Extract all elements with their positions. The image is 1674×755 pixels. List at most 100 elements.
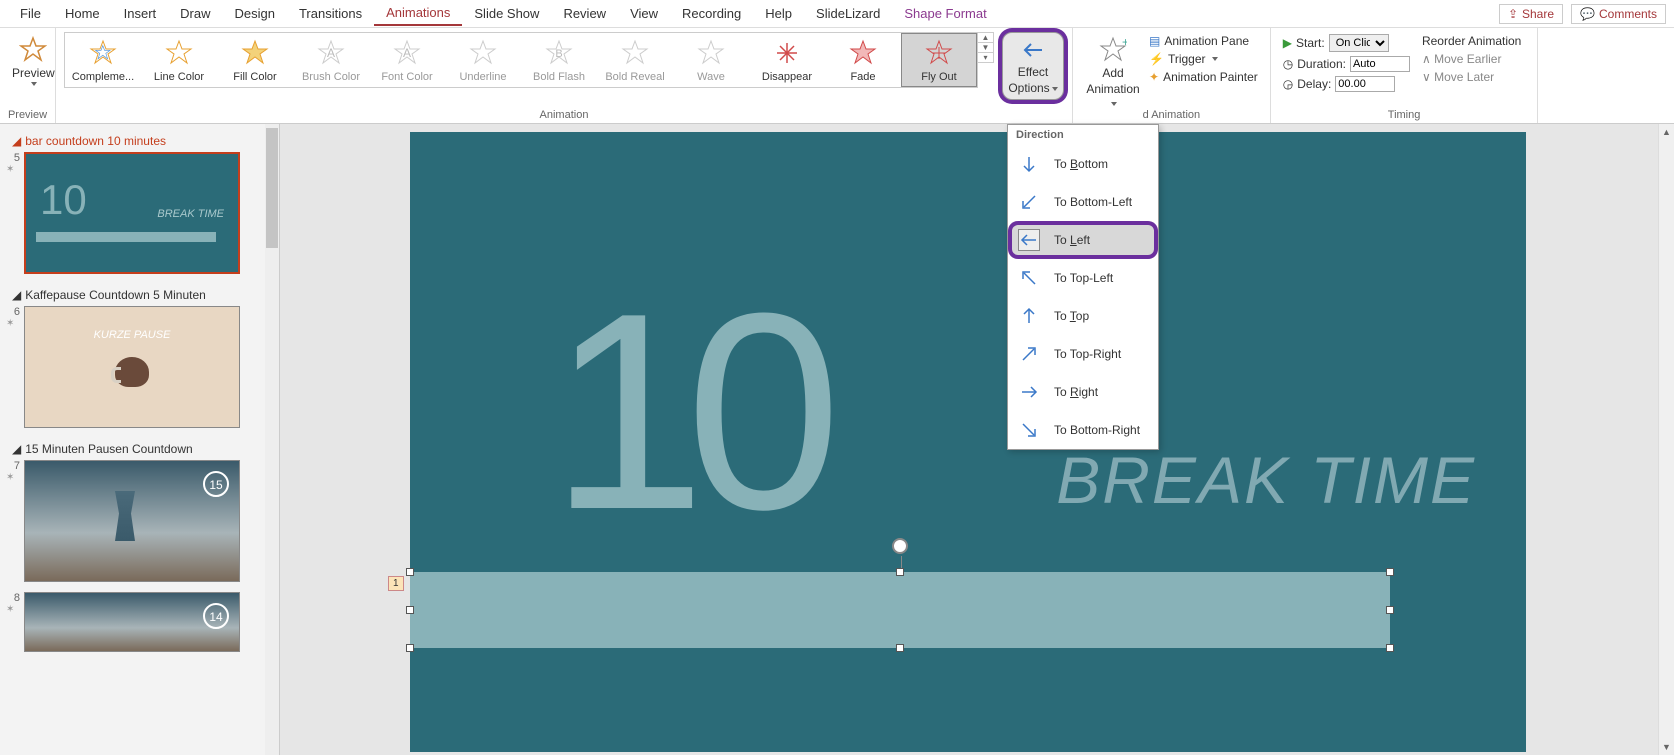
tab-design[interactable]: Design bbox=[223, 2, 287, 25]
counter-badge: 15 bbox=[203, 471, 229, 497]
star-icon: A bbox=[317, 39, 345, 67]
rotate-handle[interactable] bbox=[892, 538, 908, 554]
group-label-advanced: d Animation bbox=[1073, 109, 1270, 121]
section-header[interactable]: ◢15 Minuten Pausen Countdown bbox=[6, 438, 265, 460]
dropdown-header: Direction bbox=[1008, 125, 1158, 145]
share-button[interactable]: ⇪Share bbox=[1499, 4, 1563, 24]
scroll-down-icon[interactable]: ▼ bbox=[1659, 739, 1674, 755]
slide-number: 7 bbox=[6, 460, 20, 472]
delay-input[interactable] bbox=[1335, 76, 1395, 92]
chevron-down-icon bbox=[1212, 57, 1218, 61]
trigger-button[interactable]: ⚡Trigger bbox=[1149, 52, 1258, 66]
tab-transitions[interactable]: Transitions bbox=[287, 2, 374, 25]
effect-boldflash[interactable]: BBold Flash bbox=[521, 33, 597, 87]
direction-bottom-right[interactable]: To Bottom-Right bbox=[1008, 411, 1158, 449]
clock-icon: ◶ bbox=[1283, 77, 1293, 91]
effect-linecolor[interactable]: Line Color bbox=[141, 33, 217, 87]
star-icon bbox=[925, 39, 953, 67]
svg-text:B: B bbox=[555, 48, 562, 60]
animation-pane-button[interactable]: ▤Animation Pane bbox=[1149, 34, 1258, 48]
anim-indicator-icon: ✶ bbox=[6, 472, 20, 483]
slide-editor[interactable]: 10 BREAK TIME 1 ▲ ▼ bbox=[280, 124, 1674, 755]
slide-thumbnail[interactable]: KURZE PAUSE bbox=[24, 306, 240, 428]
arrow-down-icon bbox=[1018, 153, 1040, 175]
tab-insert[interactable]: Insert bbox=[112, 2, 169, 25]
add-animation-button[interactable]: + Add Animation bbox=[1081, 32, 1145, 114]
section-header[interactable]: ◢bar countdown 10 minutes bbox=[6, 130, 265, 152]
gallery-up[interactable]: ▲ bbox=[978, 33, 993, 42]
effect-complementary[interactable]: Compleme... bbox=[65, 33, 141, 87]
collapse-icon: ◢ bbox=[12, 288, 21, 302]
direction-right[interactable]: To Right bbox=[1008, 373, 1158, 411]
countdown-bar-shape[interactable] bbox=[410, 572, 1390, 648]
share-icon: ⇪ bbox=[1508, 7, 1518, 21]
move-later-button[interactable]: ∨ Move Later bbox=[1422, 70, 1521, 84]
direction-top-left[interactable]: To Top-Left bbox=[1008, 259, 1158, 297]
arrow-right-icon bbox=[1018, 381, 1040, 403]
direction-left[interactable]: To Left bbox=[1008, 221, 1158, 259]
effect-disappear[interactable]: Disappear bbox=[749, 33, 825, 87]
anim-indicator-icon: ✶ bbox=[6, 604, 20, 615]
preview-star-icon bbox=[19, 36, 47, 64]
tab-animations[interactable]: Animations bbox=[374, 1, 462, 26]
effect-wave[interactable]: Wave bbox=[673, 33, 749, 87]
direction-bottom[interactable]: To Bottom bbox=[1008, 145, 1158, 183]
animation-order-tag[interactable]: 1 bbox=[388, 576, 404, 591]
effect-brushcolor[interactable]: ABrush Color bbox=[293, 33, 369, 87]
slide-canvas[interactable]: 10 BREAK TIME 1 bbox=[410, 132, 1526, 752]
gallery-more[interactable]: ▾ bbox=[978, 52, 993, 62]
scroll-up-icon[interactable]: ▲ bbox=[1659, 124, 1674, 140]
tab-recording[interactable]: Recording bbox=[670, 2, 753, 25]
slide-thumbnail[interactable]: 15 bbox=[24, 460, 240, 582]
editor-scrollbar[interactable]: ▲ ▼ bbox=[1658, 124, 1674, 755]
tab-help[interactable]: Help bbox=[753, 2, 804, 25]
countdown-number: 10 bbox=[550, 252, 821, 573]
tab-review[interactable]: Review bbox=[551, 2, 618, 25]
effect-fillcolor[interactable]: Fill Color bbox=[217, 33, 293, 87]
effect-fade[interactable]: Fade bbox=[825, 33, 901, 87]
star-icon bbox=[241, 39, 269, 67]
lightning-icon: ⚡ bbox=[1149, 52, 1164, 66]
reorder-label: Reorder Animation bbox=[1422, 34, 1521, 48]
tab-home[interactable]: Home bbox=[53, 2, 112, 25]
effect-options-dropdown: Direction To Bottom To Bottom-Left To Le… bbox=[1007, 124, 1159, 450]
start-select[interactable]: On Click bbox=[1329, 34, 1389, 52]
tab-slideshow[interactable]: Slide Show bbox=[462, 2, 551, 25]
tab-slidelizard[interactable]: SlideLizard bbox=[804, 2, 892, 25]
comments-button[interactable]: 💬Comments bbox=[1571, 4, 1666, 24]
direction-bottom-left[interactable]: To Bottom-Left bbox=[1008, 183, 1158, 221]
tab-view[interactable]: View bbox=[618, 2, 670, 25]
move-earlier-button[interactable]: ∧ Move Earlier bbox=[1422, 52, 1521, 66]
collapse-icon: ◢ bbox=[12, 134, 21, 148]
svg-text:A: A bbox=[327, 46, 335, 60]
slide-thumbnail[interactable]: 14 bbox=[24, 592, 240, 652]
direction-top[interactable]: To Top bbox=[1008, 297, 1158, 335]
slide-thumbnail[interactable]: 10 BREAK TIME bbox=[24, 152, 240, 274]
effect-fontcolor[interactable]: AFont Color bbox=[369, 33, 445, 87]
duration-input[interactable] bbox=[1350, 56, 1410, 72]
clock-icon: ◷ bbox=[1283, 57, 1293, 71]
chevron-down-icon bbox=[1111, 102, 1117, 106]
tab-draw[interactable]: Draw bbox=[168, 2, 222, 25]
arrow-up-right-icon bbox=[1018, 343, 1040, 365]
effect-flyout[interactable]: Fly Out bbox=[901, 33, 977, 87]
chevron-down-icon bbox=[31, 82, 37, 86]
animation-painter-button[interactable]: ✦Animation Painter bbox=[1149, 70, 1258, 84]
section-header[interactable]: ◢Kaffepause Countdown 5 Minuten bbox=[6, 284, 265, 306]
effect-boldreveal[interactable]: Bold Reveal bbox=[597, 33, 673, 87]
delay-label: Delay: bbox=[1297, 77, 1331, 91]
group-label-timing: Timing bbox=[1271, 109, 1538, 121]
tab-file[interactable]: File bbox=[8, 2, 53, 25]
slide-number: 8 bbox=[6, 592, 20, 604]
tab-shapeformat[interactable]: Shape Format bbox=[892, 2, 998, 25]
preview-button[interactable]: Preview bbox=[8, 32, 59, 90]
effect-options-button[interactable]: Effect Options bbox=[1002, 32, 1064, 100]
direction-top-right[interactable]: To Top-Right bbox=[1008, 335, 1158, 373]
effect-underline[interactable]: Underline bbox=[445, 33, 521, 87]
panel-scrollbar[interactable] bbox=[265, 124, 279, 755]
star-icon: A bbox=[393, 39, 421, 67]
gallery-down[interactable]: ▼ bbox=[978, 42, 993, 52]
arrow-left-icon bbox=[1018, 229, 1040, 251]
animation-gallery[interactable]: Compleme... Line Color Fill Color ABrush… bbox=[64, 32, 978, 88]
collapse-icon: ◢ bbox=[12, 442, 21, 456]
